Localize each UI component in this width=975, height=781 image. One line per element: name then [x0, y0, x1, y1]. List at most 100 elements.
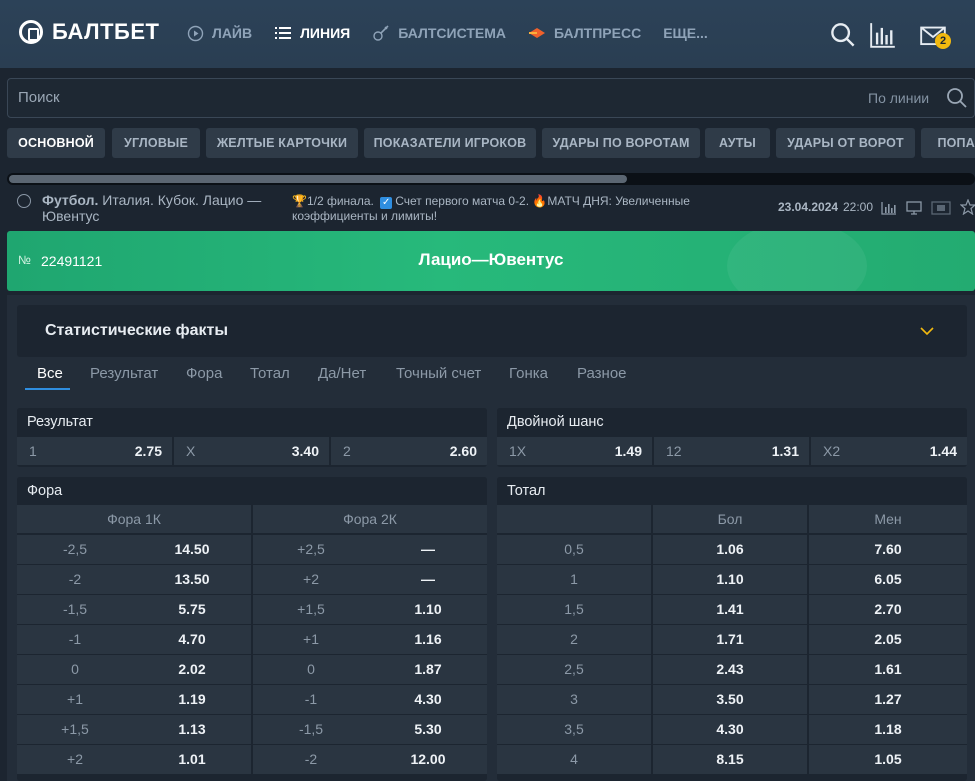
- odd-value[interactable]: 1.10: [369, 595, 487, 624]
- odd-value[interactable]: 7.60: [809, 535, 967, 564]
- odd-value: 2.75: [134, 443, 162, 459]
- search-submit-icon[interactable]: [946, 87, 968, 109]
- chip-main[interactable]: ОСНОВНОЙ: [7, 128, 105, 158]
- brand-logo[interactable]: БАЛТБЕТ: [19, 19, 159, 45]
- search-icon[interactable]: [830, 22, 856, 48]
- odd-value[interactable]: 1.06: [653, 535, 807, 564]
- nav-label: ЛИНИЯ: [300, 25, 351, 41]
- odd-value[interactable]: 4.30: [653, 715, 807, 744]
- total-line: 3: [497, 685, 651, 714]
- chips-scrollbar[interactable]: [7, 173, 975, 185]
- odd-value[interactable]: 1.10: [653, 565, 807, 594]
- odd-value[interactable]: 1.05: [809, 745, 967, 774]
- column-header: Фора 2К: [253, 505, 487, 533]
- event-title[interactable]: Футбол. Италия. Кубок. Лацио — Ювентус: [42, 192, 282, 224]
- scrollbar-thumb[interactable]: [9, 175, 627, 183]
- odd-cell[interactable]: 12 1.31: [654, 437, 809, 465]
- odd-value[interactable]: 1.87: [369, 655, 487, 684]
- odd-value[interactable]: —: [369, 565, 487, 594]
- odd-value[interactable]: 2.05: [809, 625, 967, 654]
- odd-cell[interactable]: 2 2.60: [331, 437, 487, 465]
- bar-chart-icon[interactable]: [870, 22, 896, 48]
- nav-item-more[interactable]: ЕЩЕ...: [663, 25, 708, 41]
- odd-value[interactable]: 1.27: [809, 685, 967, 714]
- tab-exact-score[interactable]: Точный счет: [396, 365, 481, 382]
- odd-cell[interactable]: X2 1.44: [811, 437, 967, 465]
- odd-value[interactable]: 4.30: [369, 685, 487, 714]
- stats-icon[interactable]: [881, 201, 897, 215]
- tab-result[interactable]: Результат: [90, 365, 158, 382]
- odd-cell[interactable]: 1 2.75: [17, 437, 172, 465]
- outcome-label: 12: [666, 443, 682, 459]
- search-input[interactable]: [18, 89, 718, 106]
- odd-value[interactable]: 1.61: [809, 655, 967, 684]
- chip-hits[interactable]: ПОПАД: [921, 128, 975, 158]
- stats-facts-accordion[interactable]: Статистические факты: [17, 305, 967, 357]
- favorite-star-icon[interactable]: [960, 199, 975, 215]
- chip-yellow-cards[interactable]: ЖЕЛТЫЕ КАРТОЧКИ: [206, 128, 358, 158]
- tab-all[interactable]: Все: [37, 365, 63, 382]
- odd-value[interactable]: 13.50: [133, 565, 251, 594]
- event-info-row: Футбол. Италия. Кубок. Лацио — Ювентус 🏆…: [0, 190, 975, 228]
- chip-player-stats[interactable]: ПОКАЗАТЕЛИ ИГРОКОВ: [364, 128, 536, 158]
- odd-value[interactable]: 1.41: [653, 595, 807, 624]
- odd-value[interactable]: 1.19: [133, 685, 251, 714]
- total-line: 1: [497, 565, 651, 594]
- tab-yes-no[interactable]: Да/Нет: [318, 365, 366, 382]
- nav-item-baltsystem[interactable]: БАЛТСИСТЕМА: [372, 24, 506, 42]
- nav-item-baltpress[interactable]: БАЛТПРЕСС: [528, 24, 641, 42]
- odd-value[interactable]: 1.71: [653, 625, 807, 654]
- chevron-down-icon[interactable]: [919, 323, 935, 339]
- active-tab-underline: [25, 388, 70, 390]
- search-scope-dropdown[interactable]: По линии: [868, 90, 929, 106]
- odd-value[interactable]: 2.43: [653, 655, 807, 684]
- odd-value: 1.49: [614, 443, 642, 459]
- column-header: Фора 1К: [17, 505, 251, 533]
- odd-value[interactable]: 6.05: [809, 565, 967, 594]
- odd-value[interactable]: —: [369, 535, 487, 564]
- market-title: Тотал: [497, 477, 967, 505]
- nav-label: ЕЩЕ...: [663, 25, 708, 41]
- odd-value[interactable]: 8.15: [653, 745, 807, 774]
- odd-value[interactable]: 12.00: [369, 745, 487, 774]
- stats-facts-title: Статистические факты: [45, 322, 228, 339]
- chip-shots-on-goal[interactable]: УДАРЫ ПО ВОРОТАМ: [542, 128, 700, 158]
- outcome-label: X: [186, 443, 196, 459]
- press-icon: [528, 24, 546, 42]
- markets-panel: Статистические факты Все Результат Фора …: [7, 295, 975, 781]
- tab-race[interactable]: Гонка: [509, 365, 548, 382]
- odd-value[interactable]: 1.18: [809, 715, 967, 744]
- nav-item-live[interactable]: ЛАЙВ: [186, 24, 252, 42]
- odd-value[interactable]: 2.02: [133, 655, 251, 684]
- tv-icon[interactable]: [906, 201, 922, 215]
- handicap-value: -1: [253, 685, 369, 714]
- odd-value: 1.31: [771, 443, 799, 459]
- nav-item-line[interactable]: ЛИНИЯ: [274, 24, 350, 42]
- field-icon[interactable]: [931, 201, 951, 215]
- odd-value[interactable]: 14.50: [133, 535, 251, 564]
- tab-total[interactable]: Тотал: [250, 365, 290, 382]
- chip-goal-kicks[interactable]: УДАРЫ ОТ ВОРОТ: [776, 128, 915, 158]
- market-title: Фора: [17, 477, 487, 505]
- odd-value[interactable]: 5.75: [133, 595, 251, 624]
- handicap-value: +1: [17, 685, 133, 714]
- odd-cell[interactable]: 1X 1.49: [497, 437, 652, 465]
- chip-corners[interactable]: УГЛОВЫЕ: [112, 128, 200, 158]
- chip-throw-ins[interactable]: АУТЫ: [705, 128, 770, 158]
- tab-handicap[interactable]: Фора: [186, 365, 222, 382]
- logo-icon: [19, 20, 43, 44]
- column-header-empty: [497, 505, 651, 533]
- note-first-leg: Счет первого матча 0-2.: [395, 194, 530, 208]
- odd-value[interactable]: 4.70: [133, 625, 251, 654]
- odd-value[interactable]: 3.50: [653, 685, 807, 714]
- odd-value[interactable]: 1.16: [369, 625, 487, 654]
- odd-value[interactable]: 2.70: [809, 595, 967, 624]
- odd-value[interactable]: 1.13: [133, 715, 251, 744]
- mail-badge: 2: [935, 33, 951, 49]
- match-banner: № 22491121 Лацио—Ювентус: [7, 231, 975, 291]
- odd-cell[interactable]: X 3.40: [174, 437, 329, 465]
- tab-misc[interactable]: Разное: [577, 365, 627, 382]
- odd-value[interactable]: 1.01: [133, 745, 251, 774]
- odd-value[interactable]: 5.30: [369, 715, 487, 744]
- total-line: 2,5: [497, 655, 651, 684]
